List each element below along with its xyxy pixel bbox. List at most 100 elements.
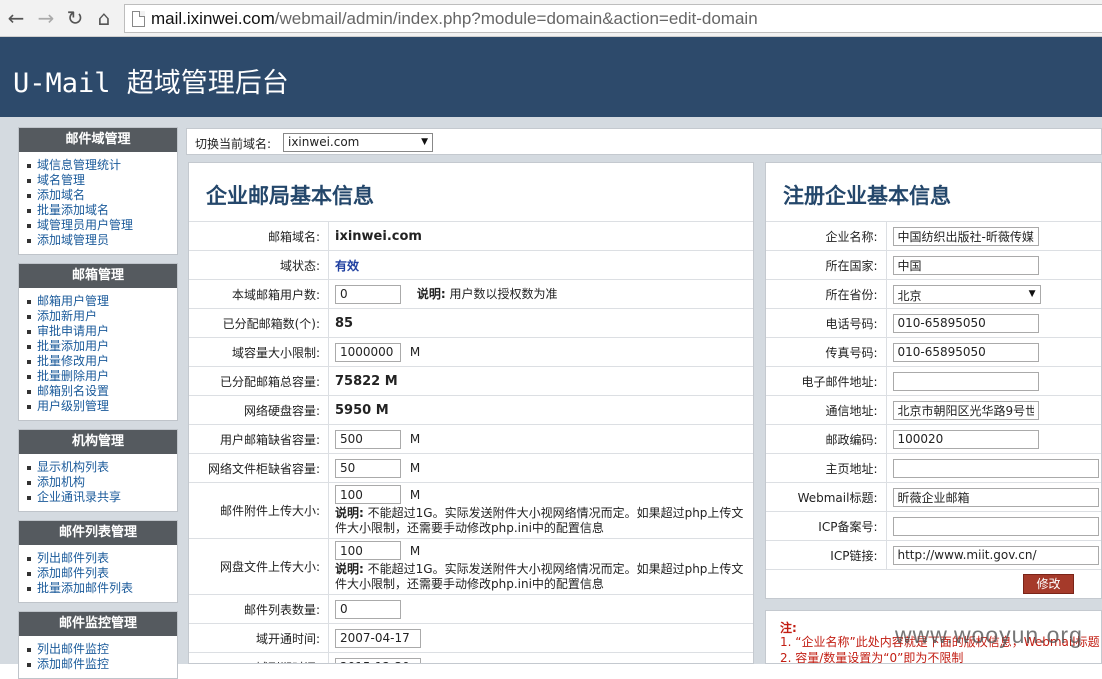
domain-switch-label: 切换当前域名: xyxy=(195,137,272,151)
fax-input[interactable] xyxy=(892,342,1039,362)
domain-switch-bar: 切换当前域名: ixinwei.com ▼ xyxy=(186,128,1102,155)
domain-select[interactable]: ixinwei.com ▼ xyxy=(283,133,433,152)
sidebar-section-maillist: 邮件列表管理 列出邮件列表 添加邮件列表 批量添加邮件列表 xyxy=(18,520,178,603)
sidebar-item-domain-manage[interactable]: 域名管理 xyxy=(27,173,177,188)
field-label: 网络文件柜缺省容量: xyxy=(189,453,329,483)
sidebar-item-add-org[interactable]: 添加机构 xyxy=(27,475,177,490)
sidebar-item-domain-admin-users[interactable]: 域管理员用户管理 xyxy=(27,218,177,233)
list-count-input[interactable] xyxy=(335,599,401,619)
dropdown-arrow-icon: ▼ xyxy=(1028,288,1036,299)
table-row: ICP链接: xyxy=(766,540,1101,570)
table-row: 已分配邮箱数(个): 85 xyxy=(189,308,753,338)
sidebar: 邮件域管理 域信息管理统计 域名管理 添加域名 批量添加域名 域管理员用户管理 … xyxy=(0,117,190,679)
sidebar-item-add-maillist[interactable]: 添加邮件列表 xyxy=(27,566,177,581)
table-row: ICP备案号: xyxy=(766,511,1101,541)
field-label: 企业名称: xyxy=(766,221,887,251)
country-input[interactable] xyxy=(892,255,1039,275)
table-row: 邮件列表数量: xyxy=(189,594,753,624)
homepage-input[interactable] xyxy=(892,458,1099,478)
field-label: 邮件附件上传大小: xyxy=(189,482,329,539)
home-icon[interactable]: ⌂ xyxy=(92,6,116,30)
table-row: 所在省份: 北京 ▼ xyxy=(766,279,1101,309)
sidebar-item-add-domain-admin[interactable]: 添加域管理员 xyxy=(27,233,177,248)
field-label: 传真号码: xyxy=(766,337,887,367)
zip-input[interactable] xyxy=(892,429,1039,449)
unit-label: M xyxy=(409,432,421,446)
domain-select-value: ixinwei.com xyxy=(288,135,360,149)
table-row: 域开通时间: xyxy=(189,623,753,653)
sidebar-item-batch-edit-users[interactable]: 批量修改用户 xyxy=(27,354,177,369)
sidebar-section-title: 邮件列表管理 xyxy=(19,521,177,545)
allocated-total-value: 75822 M xyxy=(335,373,398,389)
sidebar-item-add-user[interactable]: 添加新用户 xyxy=(27,309,177,324)
sidebar-item-list-maillists[interactable]: 列出邮件列表 xyxy=(27,551,177,566)
sidebar-item-batch-delete-users[interactable]: 批量删除用户 xyxy=(27,369,177,384)
field-label: 邮件列表数量: xyxy=(189,594,329,624)
webmail-title-input[interactable] xyxy=(892,487,1099,507)
icp-number-input[interactable] xyxy=(892,516,1099,536)
sidebar-item-user-levels[interactable]: 用户级别管理 xyxy=(27,399,177,414)
table-row: 传真号码: xyxy=(766,337,1101,367)
default-mailbox-input[interactable] xyxy=(335,429,401,449)
capacity-limit-input[interactable] xyxy=(335,342,401,362)
sidebar-section-title: 邮件域管理 xyxy=(19,128,177,152)
sidebar-item-org-list[interactable]: 显示机构列表 xyxy=(27,460,177,475)
expire-time-input[interactable] xyxy=(335,657,421,663)
reload-icon[interactable]: ↻ xyxy=(63,6,87,30)
sidebar-item-mailbox-alias[interactable]: 邮箱别名设置 xyxy=(27,384,177,399)
user-count-input[interactable] xyxy=(335,284,401,304)
submit-button[interactable]: 修改 xyxy=(1023,574,1074,594)
table-row: 主页地址: xyxy=(766,453,1101,483)
address-bar[interactable]: mail.ixinwei.com/webmail/admin/index.php… xyxy=(124,4,1102,33)
table-row: 所在国家: xyxy=(766,250,1101,280)
table-row: 用户邮箱缺省容量: M xyxy=(189,424,753,454)
table-row: 电话号码: xyxy=(766,308,1101,338)
sidebar-item-batch-add-users[interactable]: 批量添加用户 xyxy=(27,339,177,354)
field-label: 电子邮件地址: xyxy=(766,366,887,396)
email-input[interactable] xyxy=(892,371,1039,391)
field-label: ICP链接: xyxy=(766,540,887,570)
sidebar-item-batch-add-domain[interactable]: 批量添加域名 xyxy=(27,203,177,218)
note-label: 说明: xyxy=(335,562,364,576)
unit-label: M xyxy=(409,461,421,475)
province-select[interactable]: 北京 ▼ xyxy=(892,284,1041,304)
domain-value: ixinwei.com xyxy=(335,228,422,244)
unit-label: M xyxy=(409,487,421,502)
sidebar-item-approve-users[interactable]: 审批申请用户 xyxy=(27,324,177,339)
table-row: 通信地址: xyxy=(766,395,1101,425)
note-text: 用户数以授权数为准 xyxy=(449,287,558,301)
url-text: mail.ixinwei.com/webmail/admin/index.php… xyxy=(151,9,758,28)
forward-arrow-icon[interactable]: → xyxy=(34,6,58,30)
back-arrow-icon[interactable]: ← xyxy=(4,6,28,30)
status-value: 有效 xyxy=(335,258,360,273)
netdisk-upload-input[interactable] xyxy=(335,541,401,560)
watermark-text: www.wooyun.org xyxy=(895,622,1083,648)
sidebar-item-list-monitors[interactable]: 列出邮件监控 xyxy=(27,642,177,657)
attach-limit-input[interactable] xyxy=(335,485,401,504)
sidebar-item-domain-stats[interactable]: 域信息管理统计 xyxy=(27,158,177,173)
field-label: 域到期时间: xyxy=(189,652,329,663)
sidebar-item-add-monitor[interactable]: 添加邮件监控 xyxy=(27,657,177,672)
table-row: 邮政编码: xyxy=(766,424,1101,454)
field-label: 域状态: xyxy=(189,250,329,280)
sidebar-item-mailbox-users[interactable]: 邮箱用户管理 xyxy=(27,294,177,309)
table-row: 企业名称: xyxy=(766,221,1101,251)
table-row: 域容量大小限制: M xyxy=(189,337,753,367)
field-label: 用户邮箱缺省容量: xyxy=(189,424,329,454)
phone-input[interactable] xyxy=(892,313,1039,333)
table-row: 网盘文件上传大小: M 说明: 不能超过1G。实际发送附件大小视网络情况而定。如… xyxy=(189,538,753,595)
sidebar-section-domain: 邮件域管理 域信息管理统计 域名管理 添加域名 批量添加域名 域管理员用户管理 … xyxy=(18,127,178,255)
sidebar-item-add-domain[interactable]: 添加域名 xyxy=(27,188,177,203)
field-label: 所在国家: xyxy=(766,250,887,280)
address-input[interactable] xyxy=(892,400,1039,420)
default-filebox-input[interactable] xyxy=(335,458,401,478)
netdisk-value: 5950 M xyxy=(335,402,389,418)
sidebar-item-batch-add-maillist[interactable]: 批量添加邮件列表 xyxy=(27,581,177,596)
icp-link-input[interactable] xyxy=(892,545,1099,565)
app-title: U-Mail 超域管理后台 xyxy=(13,68,289,99)
province-select-value: 北京 xyxy=(897,288,922,303)
company-name-input[interactable] xyxy=(892,226,1039,246)
open-time-input[interactable] xyxy=(335,628,421,648)
sidebar-item-address-book-share[interactable]: 企业通讯录共享 xyxy=(27,490,177,505)
unit-label: M xyxy=(409,345,421,359)
